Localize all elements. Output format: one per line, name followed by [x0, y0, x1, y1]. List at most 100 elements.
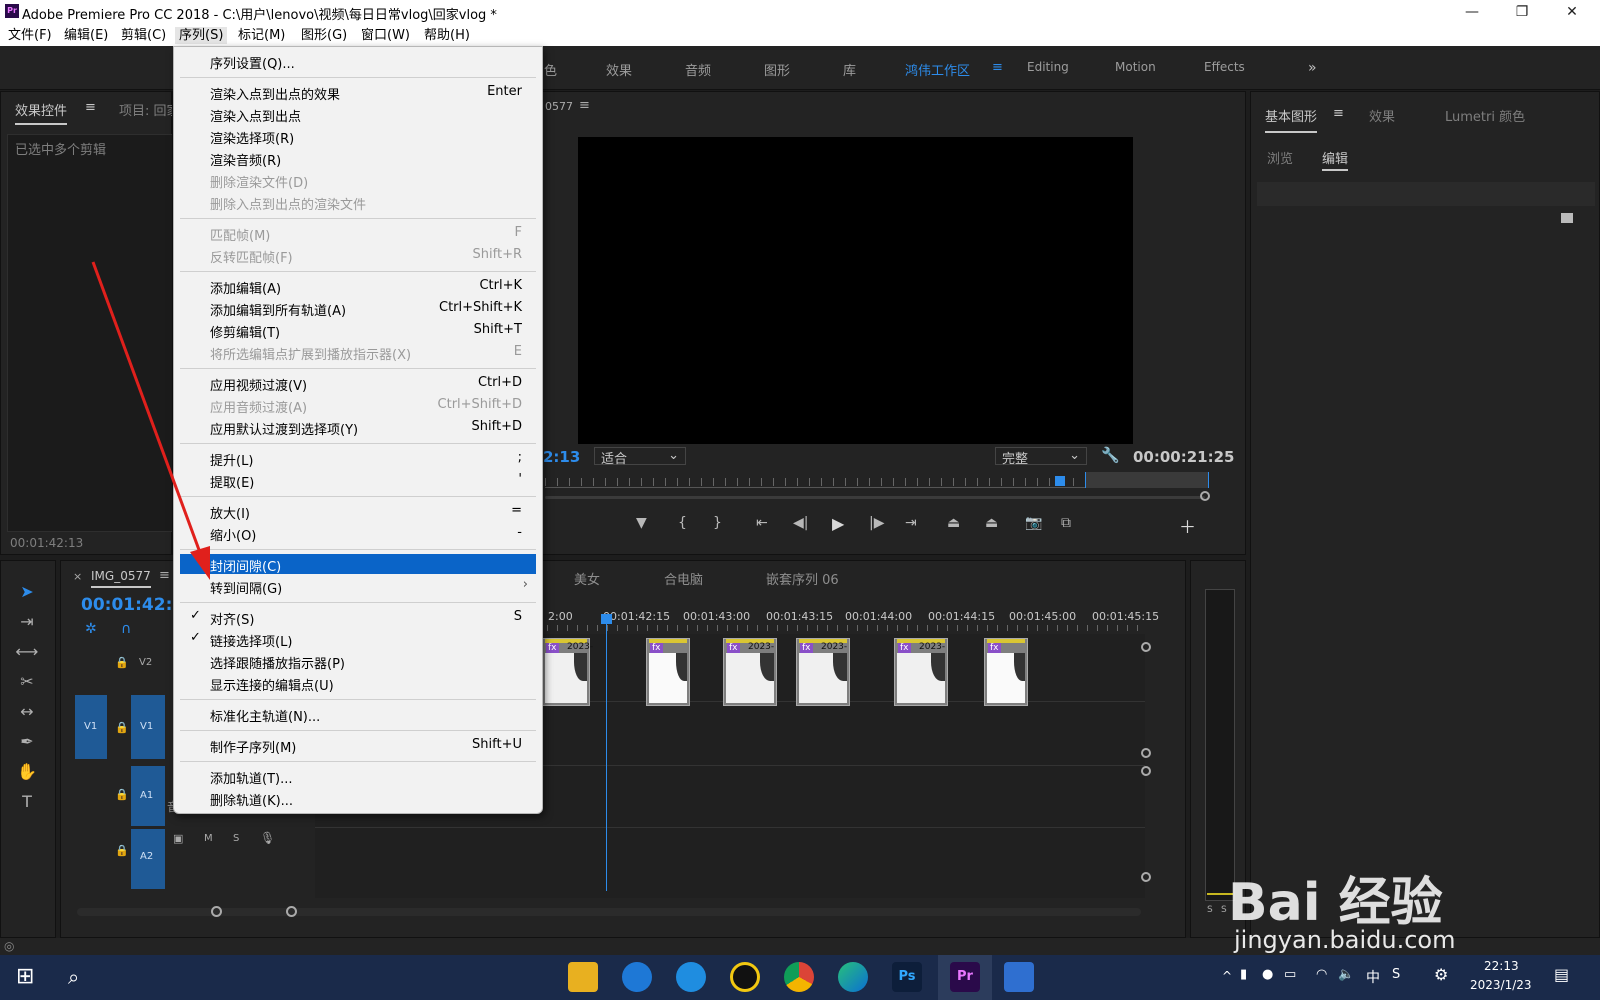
button-editor-plus-icon[interactable]: ＋	[1179, 513, 1196, 538]
workspace-graphics[interactable]: 图形	[764, 60, 790, 79]
menu-item[interactable]: 缩小(O) -	[180, 523, 536, 544]
menu-graphics[interactable]: 图形(G)	[301, 27, 347, 44]
meter-solo-left[interactable]: S	[1207, 905, 1213, 915]
creative-cloud-icon[interactable]: ◎	[4, 939, 14, 953]
panel-menu-icon[interactable]: ≡	[85, 100, 96, 115]
video-clip[interactable]: fx 2023-	[542, 638, 593, 706]
tab-effects[interactable]: 效果	[1369, 106, 1395, 125]
notepad-icon[interactable]	[1004, 962, 1034, 992]
magnet-icon[interactable]: ∩	[121, 621, 131, 637]
lock-icon[interactable]: 🔒	[115, 788, 129, 801]
playhead-handle[interactable]	[601, 614, 612, 624]
subtab-browse[interactable]: 浏览	[1267, 148, 1293, 167]
solo-button[interactable]: S	[233, 833, 239, 844]
hscroll-handle-right[interactable]	[286, 906, 297, 917]
camera-icon[interactable]: 📷	[1025, 515, 1042, 531]
ruler-ticks[interactable]	[547, 625, 1147, 631]
clock-time[interactable]: 22:13	[1484, 959, 1519, 973]
clock-date[interactable]: 2023/1/23	[1470, 978, 1532, 992]
voiceover-icon[interactable]: ▣	[173, 832, 183, 845]
ie-browser-icon[interactable]	[676, 962, 706, 992]
more-workspaces-icon[interactable]: »	[1308, 60, 1317, 76]
tab-essential-graphics[interactable]: 基本图形	[1265, 106, 1318, 133]
video-clip[interactable]: fx 2023-	[723, 638, 777, 706]
panel-menu-icon[interactable]: ≡	[1333, 106, 1344, 121]
workspace-audio[interactable]: 音频	[685, 60, 711, 79]
monitor-menu-icon[interactable]: ≡	[579, 98, 590, 113]
menu-item[interactable]: 转到间隔(G) ›	[180, 576, 536, 597]
track-scroll-handle[interactable]	[1141, 766, 1151, 776]
menu-window[interactable]: 窗口(W)	[361, 27, 410, 44]
zoom-scrollbar[interactable]	[545, 496, 1205, 499]
menu-item[interactable]: 渲染音频(R)	[180, 148, 536, 169]
qq-icon[interactable]	[730, 962, 760, 992]
menu-item[interactable]: 添加编辑到所有轨道(A) Ctrl+Shift+K	[180, 298, 536, 319]
battery-icon[interactable]: ▭	[1284, 967, 1296, 982]
video-clip[interactable]: fx	[984, 638, 1028, 706]
menu-item[interactable]: 添加轨道(T)...	[180, 766, 536, 787]
track-v2-label[interactable]: V2	[139, 657, 152, 668]
tray-qq-icon[interactable]: ●	[1262, 967, 1273, 982]
menu-item[interactable]: 序列设置(Q)...	[180, 51, 536, 72]
volume-icon[interactable]: 🔈	[1338, 967, 1354, 982]
menu-item[interactable]: 显示连接的编辑点(U)	[180, 673, 536, 694]
cloud-app-icon[interactable]	[622, 962, 652, 992]
tab-sequence[interactable]: IMG_0577	[91, 569, 151, 588]
go-to-out-icon[interactable]: ⇥	[905, 515, 917, 531]
menu-edit[interactable]: 编辑(E)	[64, 27, 108, 44]
menu-markers[interactable]: 标记(M)	[238, 27, 285, 44]
menu-item[interactable]: 放大(I) =	[180, 501, 536, 522]
track-a1-header[interactable]: A1	[131, 766, 165, 826]
track-v1-header[interactable]: V1	[131, 695, 165, 759]
tray-up-chevron-icon[interactable]: ^	[1222, 969, 1232, 983]
microphone-icon[interactable]: 🎙	[260, 831, 275, 845]
menu-item[interactable]: 应用默认过渡到选择项(Y) Shift+D	[180, 417, 536, 438]
meter-solo-right[interactable]: S	[1221, 905, 1227, 915]
close-button[interactable]: ✕	[1552, 2, 1592, 22]
timeline-timecode[interactable]: 00:01:42:1	[81, 595, 184, 615]
premiere-taskbar-icon[interactable]: Pr	[950, 962, 980, 992]
mark-in-icon[interactable]: {	[678, 515, 687, 531]
monitor-tab[interactable]: 0577	[545, 100, 573, 113]
menu-item[interactable]: 封闭间隙(C)	[180, 554, 536, 575]
lock-icon[interactable]: 🔒	[115, 844, 129, 857]
minimize-button[interactable]: —	[1452, 2, 1492, 22]
windows-start-icon[interactable]: ⊞	[16, 964, 34, 989]
mark-out-icon[interactable]: }	[713, 515, 722, 531]
play-icon[interactable]: ▶	[832, 514, 844, 533]
video-clip[interactable]: fx 2023-	[894, 638, 948, 706]
playhead-timecode[interactable]: 2:13	[543, 448, 580, 466]
slip-tool-icon[interactable]: ↔	[15, 702, 39, 724]
sogou-icon[interactable]: S	[1392, 967, 1400, 982]
menu-item[interactable]: 渲染入点到出点	[180, 104, 536, 125]
playhead-line[interactable]	[606, 619, 607, 891]
menu-item[interactable]: 渲染选择项(R)	[180, 126, 536, 147]
photoshop-icon[interactable]: Ps	[892, 962, 922, 992]
workspace-motion[interactable]: Motion	[1115, 60, 1156, 74]
snap-icon[interactable]: ✲	[85, 621, 97, 637]
ripple-edit-tool-icon[interactable]: ⟷	[15, 642, 39, 664]
tab-lumetri[interactable]: Lumetri 颜色	[1445, 106, 1525, 125]
menu-item[interactable]: 标准化主轨道(N)...	[180, 704, 536, 725]
new-layer-icon[interactable]	[1561, 213, 1573, 223]
tab-computer[interactable]: 合电脑	[664, 569, 703, 588]
tab-effect-controls[interactable]: 效果控件	[15, 100, 68, 125]
search-icon[interactable]: ⌕	[68, 965, 79, 989]
menu-item[interactable]: 渲染入点到出点的效果 Enter	[180, 82, 536, 103]
step-forward-icon[interactable]: |▶	[869, 515, 884, 531]
chrome-icon[interactable]	[784, 962, 814, 992]
menu-item[interactable]: 选择跟随播放指示器(P)	[180, 651, 536, 672]
tab-nested-sequence[interactable]: 嵌套序列 06	[766, 569, 839, 588]
menu-file[interactable]: 文件(F)	[8, 27, 52, 44]
track-a2-header[interactable]: A2	[131, 829, 165, 889]
pen-tool-icon[interactable]: ✒	[15, 732, 39, 754]
menu-sequence[interactable]: 序列(S)	[175, 27, 228, 44]
workspace-color[interactable]: 色	[544, 60, 557, 79]
tray-usb-icon[interactable]: ▮	[1240, 967, 1247, 982]
hand-tool-icon[interactable]: ✋	[15, 762, 39, 784]
add-marker-icon[interactable]: ▼	[636, 515, 647, 531]
timeline-hscrollbar[interactable]	[77, 908, 1141, 916]
menu-item[interactable]: 添加编辑(A) Ctrl+K	[180, 276, 536, 297]
lock-icon[interactable]: 🔒	[115, 656, 129, 669]
lock-icon[interactable]: 🔒	[115, 721, 129, 734]
